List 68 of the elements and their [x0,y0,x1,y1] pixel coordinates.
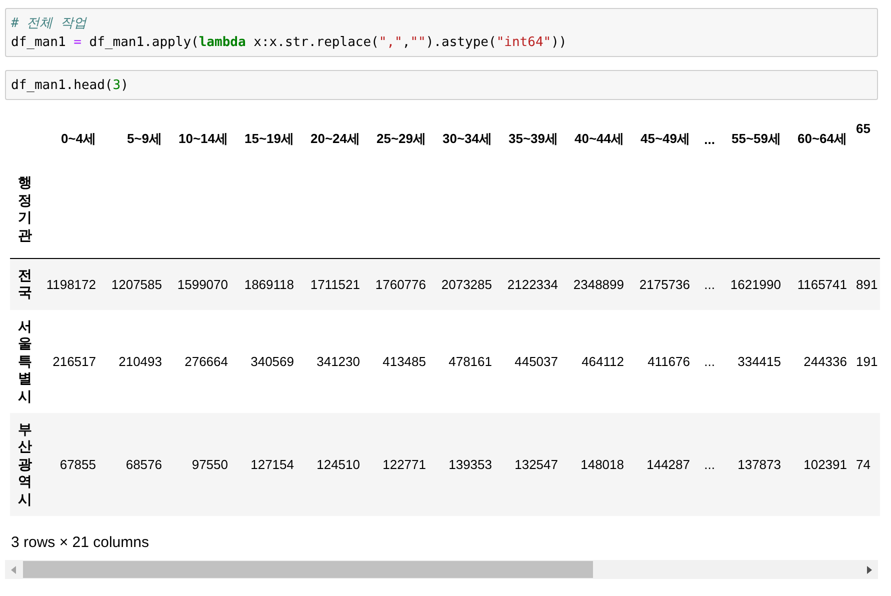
code-cell[interactable]: # 전체 작업 df_man1 = df_man1.apply(lambda x:x.str.replace(",","").astype("int64")) [5,8,878,57]
table-cell: 334415 [720,310,786,413]
table-cell: 1207585 [101,258,167,310]
table-cell: 2175736 [629,258,695,310]
table-cell: 2348899 [563,258,629,310]
column-header: 5~9세 [126,130,163,148]
table-cell: 210493 [101,310,167,413]
table-cell: 67855 [40,413,101,516]
column-header: 55~59세 [730,130,782,148]
table-cell: 1621990 [720,258,786,310]
table-cell: 68576 [101,413,167,516]
table-cell: 122771 [365,413,431,516]
table-cell: 1165741 [786,258,852,310]
table-cell: 148018 [563,413,629,516]
column-header: 10~14세 [177,130,229,148]
scrollbar-thumb[interactable] [23,561,593,578]
table-cell: 102391 [786,413,852,516]
table-cell: 139353 [431,413,497,516]
table-cell: 340569 [233,310,299,413]
table-cell: 1599070 [167,258,233,310]
index-name-header: 행정기관 [10,161,40,258]
table-cell: 445037 [497,310,563,413]
table-cell: 478161 [431,310,497,413]
table-cell: 191 [852,310,880,413]
table-cell: 244336 [786,310,852,413]
table-cell: 97550 [167,413,233,516]
table-cell: 2122334 [497,258,563,310]
table-cell: 2073285 [431,258,497,310]
table-cell: 127154 [233,413,299,516]
table-cell: 1760776 [365,258,431,310]
code-cell[interactable]: df_man1.head(3) [5,70,878,100]
row-index-label: 전국 [10,258,40,310]
table-cell: 1869118 [233,258,299,310]
column-header: 25~29세 [375,130,427,148]
column-header: 60~64세 [796,130,848,148]
table-cell: 411676 [629,310,695,413]
column-header: 35~39세 [507,130,559,148]
horizontal-scrollbar[interactable] [5,560,878,579]
column-header: 40~44세 [573,130,625,148]
table-cell: 891 [852,258,880,310]
column-header: 0~4세 [60,130,97,148]
table-cell: 74 [852,413,880,516]
table-cell: 124510 [299,413,365,516]
row-index-label: 부산광역시 [10,413,40,516]
row-index-label: 서울특별시 [10,310,40,413]
table-cell: 137873 [720,413,786,516]
table-cell: 144287 [629,413,695,516]
table-cell: 276664 [167,310,233,413]
code-comment: # 전체 작업 [11,15,88,33]
table-cell: 464112 [563,310,629,413]
column-header: 65 [855,120,872,138]
table-cell: 413485 [365,310,431,413]
table-shape-text: 3 rows × 21 columns [11,534,150,551]
code-line: df_man1.head(3) [11,77,130,95]
table-cell: ... [695,310,720,413]
table-cell: 341230 [299,310,365,413]
column-header: 15~19세 [243,130,295,148]
table-cell: 132547 [497,413,563,516]
table-cell: ... [695,413,720,516]
column-header: ... [703,130,716,148]
column-header: 20~24세 [309,130,361,148]
table-cell: 1198172 [40,258,101,310]
column-header: 45~49세 [639,130,691,148]
table-cell: ... [695,258,720,310]
table-cell: 216517 [40,310,101,413]
table-cell: 1711521 [299,258,365,310]
column-header: 30~34세 [441,130,493,148]
code-line: df_man1 = df_man1.apply(lambda x:x.str.replace(",","").astype("int64")) [11,34,568,52]
